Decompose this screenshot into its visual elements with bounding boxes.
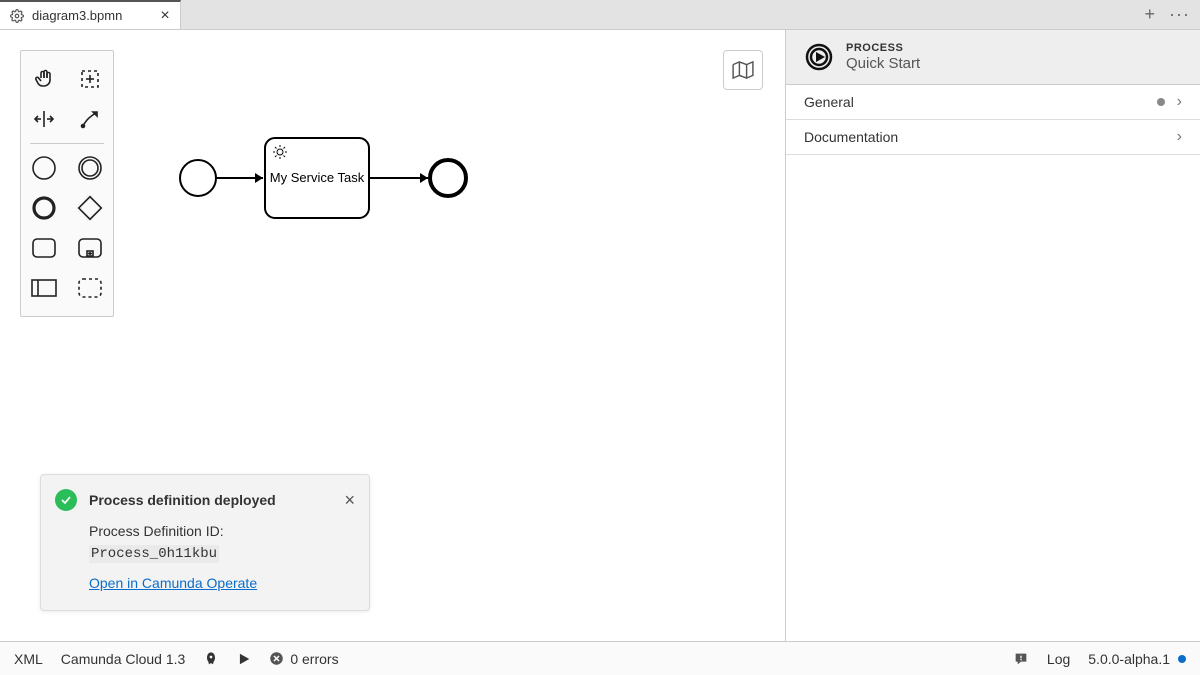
section-general[interactable]: General › [786, 85, 1200, 120]
status-dot-icon [1157, 98, 1165, 106]
process-definition-id: Process_0h11kbu [89, 545, 219, 563]
section-label: Documentation [804, 129, 898, 145]
gear-icon [10, 9, 24, 23]
tab-bar-spacer [181, 0, 1135, 29]
properties-header: PROCESS Quick Start [786, 30, 1200, 85]
start-event[interactable] [180, 160, 216, 196]
run-button[interactable] [237, 652, 251, 666]
toast-title: Process definition deployed [89, 492, 332, 508]
errors-count: 0 errors [290, 651, 338, 667]
new-tab-button[interactable]: + [1145, 4, 1156, 25]
more-menu-button[interactable]: ··· [1169, 4, 1190, 25]
update-available-dot-icon [1178, 655, 1186, 663]
rocket-icon [203, 651, 219, 667]
toast-body: Process Definition ID: Process_0h11kbu O… [89, 521, 355, 594]
tab-label: diagram3.bpmn [32, 8, 122, 23]
canvas[interactable]: My Service Task Process definition deplo… [0, 30, 785, 641]
close-icon[interactable]: × [344, 490, 355, 511]
close-icon[interactable]: × [160, 7, 169, 25]
success-check-icon [55, 489, 77, 511]
task-label: My Service Task [270, 170, 365, 185]
map-icon [732, 61, 754, 79]
feedback-button[interactable] [1013, 651, 1029, 667]
deploy-toast: Process definition deployed × Process De… [40, 474, 370, 611]
deploy-button[interactable] [203, 651, 219, 667]
chevron-right-icon: › [1177, 128, 1182, 146]
open-operate-link[interactable]: Open in Camunda Operate [89, 573, 257, 594]
xml-toggle[interactable]: XML [14, 651, 43, 667]
chevron-right-icon: › [1177, 93, 1182, 111]
minimap-button[interactable] [723, 50, 763, 90]
toast-def-label: Process Definition ID: [89, 523, 224, 539]
section-label: General [804, 94, 854, 110]
toast-header: Process definition deployed × [55, 489, 355, 511]
tab-bar: diagram3.bpmn × + ··· [0, 0, 1200, 30]
tab-bar-actions: + ··· [1135, 0, 1200, 29]
feedback-icon [1013, 651, 1029, 667]
arrowhead-icon [255, 173, 263, 183]
end-event[interactable] [430, 160, 466, 196]
process-play-icon [804, 42, 834, 72]
version-label[interactable]: 5.0.0-alpha.1 [1088, 651, 1186, 667]
platform-label[interactable]: Camunda Cloud 1.3 [61, 651, 186, 667]
section-documentation[interactable]: Documentation › [786, 120, 1200, 155]
error-badge-icon [269, 651, 284, 666]
log-button[interactable]: Log [1047, 651, 1070, 667]
main-area: My Service Task Process definition deplo… [0, 30, 1200, 641]
errors-indicator[interactable]: 0 errors [269, 651, 338, 667]
play-icon [237, 652, 251, 666]
tab-active[interactable]: diagram3.bpmn × [0, 0, 181, 29]
properties-panel: PROCESS Quick Start General › Documentat… [785, 30, 1200, 641]
properties-kicker: PROCESS [846, 42, 920, 54]
arrowhead-icon [420, 173, 428, 183]
status-bar: XML Camunda Cloud 1.3 0 errors Log 5.0.0… [0, 641, 1200, 675]
properties-title: Quick Start [846, 55, 920, 72]
